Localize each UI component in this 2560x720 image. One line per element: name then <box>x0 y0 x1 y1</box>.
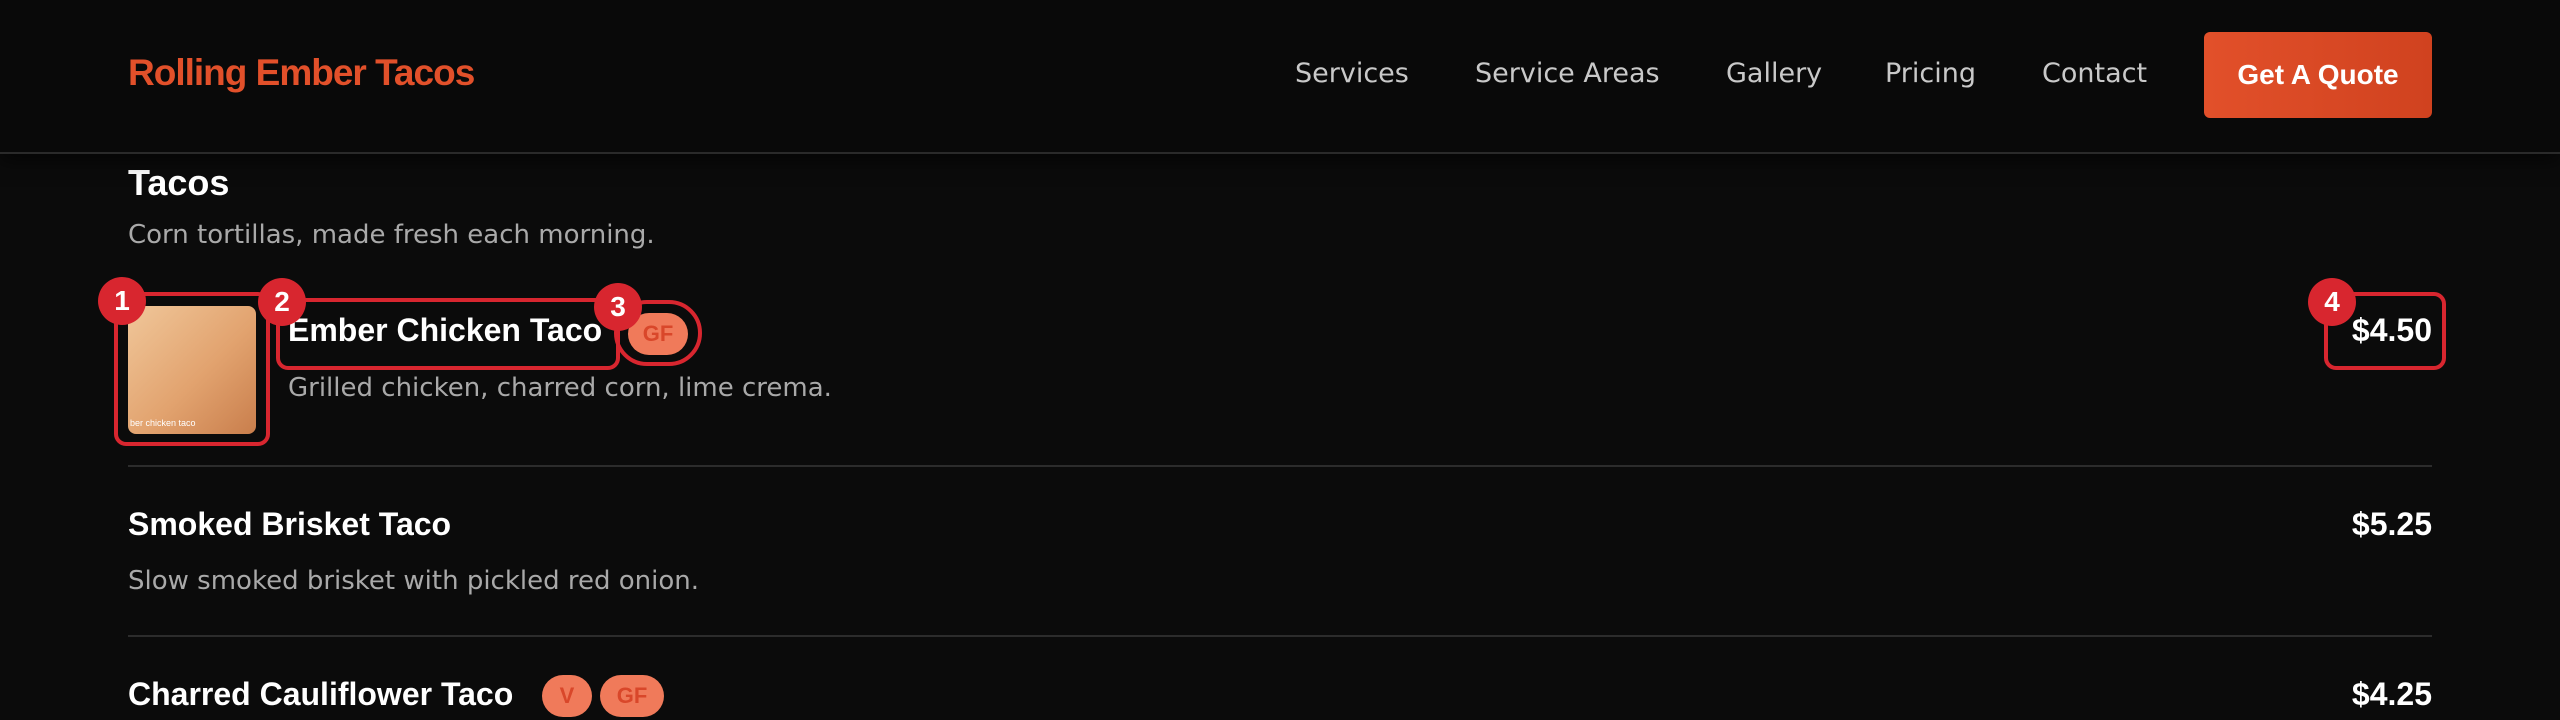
item-price: $5.25 <box>2351 506 2432 542</box>
vegetarian-tag: V <box>542 675 592 717</box>
nav-services[interactable]: Services <box>1295 58 1409 89</box>
brand-logo[interactable]: Rolling Ember Tacos <box>128 52 475 94</box>
row-divider <box>128 635 2432 637</box>
section-subtitle: Corn tortillas, made fresh each morning. <box>128 220 655 250</box>
nav-contact[interactable]: Contact <box>2042 58 2147 89</box>
item-price: $4.25 <box>2351 676 2432 712</box>
gluten-free-tag: GF <box>600 675 664 717</box>
section-title: Tacos <box>128 162 230 203</box>
highlight-box <box>276 298 620 370</box>
nav-service-areas[interactable]: Service Areas <box>1475 58 1660 89</box>
nav-gallery[interactable]: Gallery <box>1726 58 1822 89</box>
item-description: Slow smoked brisket with pickled red oni… <box>128 566 700 596</box>
item-name[interactable]: Smoked Brisket Taco <box>128 506 451 543</box>
annotation-marker: 2 <box>258 278 306 326</box>
annotation-marker: 1 <box>98 277 146 325</box>
item-name[interactable]: Charred Cauliflower Taco <box>128 676 513 713</box>
get-a-quote-button[interactable]: Get A Quote <box>2204 32 2432 118</box>
row-divider <box>128 465 2432 467</box>
item-description: Grilled chicken, charred corn, lime crem… <box>288 373 832 403</box>
annotation-marker: 3 <box>594 283 642 331</box>
nav-pricing[interactable]: Pricing <box>1885 58 1976 89</box>
site-header: Rolling Ember Tacos Services Service Are… <box>0 0 2560 154</box>
annotation-marker: 4 <box>2308 278 2356 326</box>
